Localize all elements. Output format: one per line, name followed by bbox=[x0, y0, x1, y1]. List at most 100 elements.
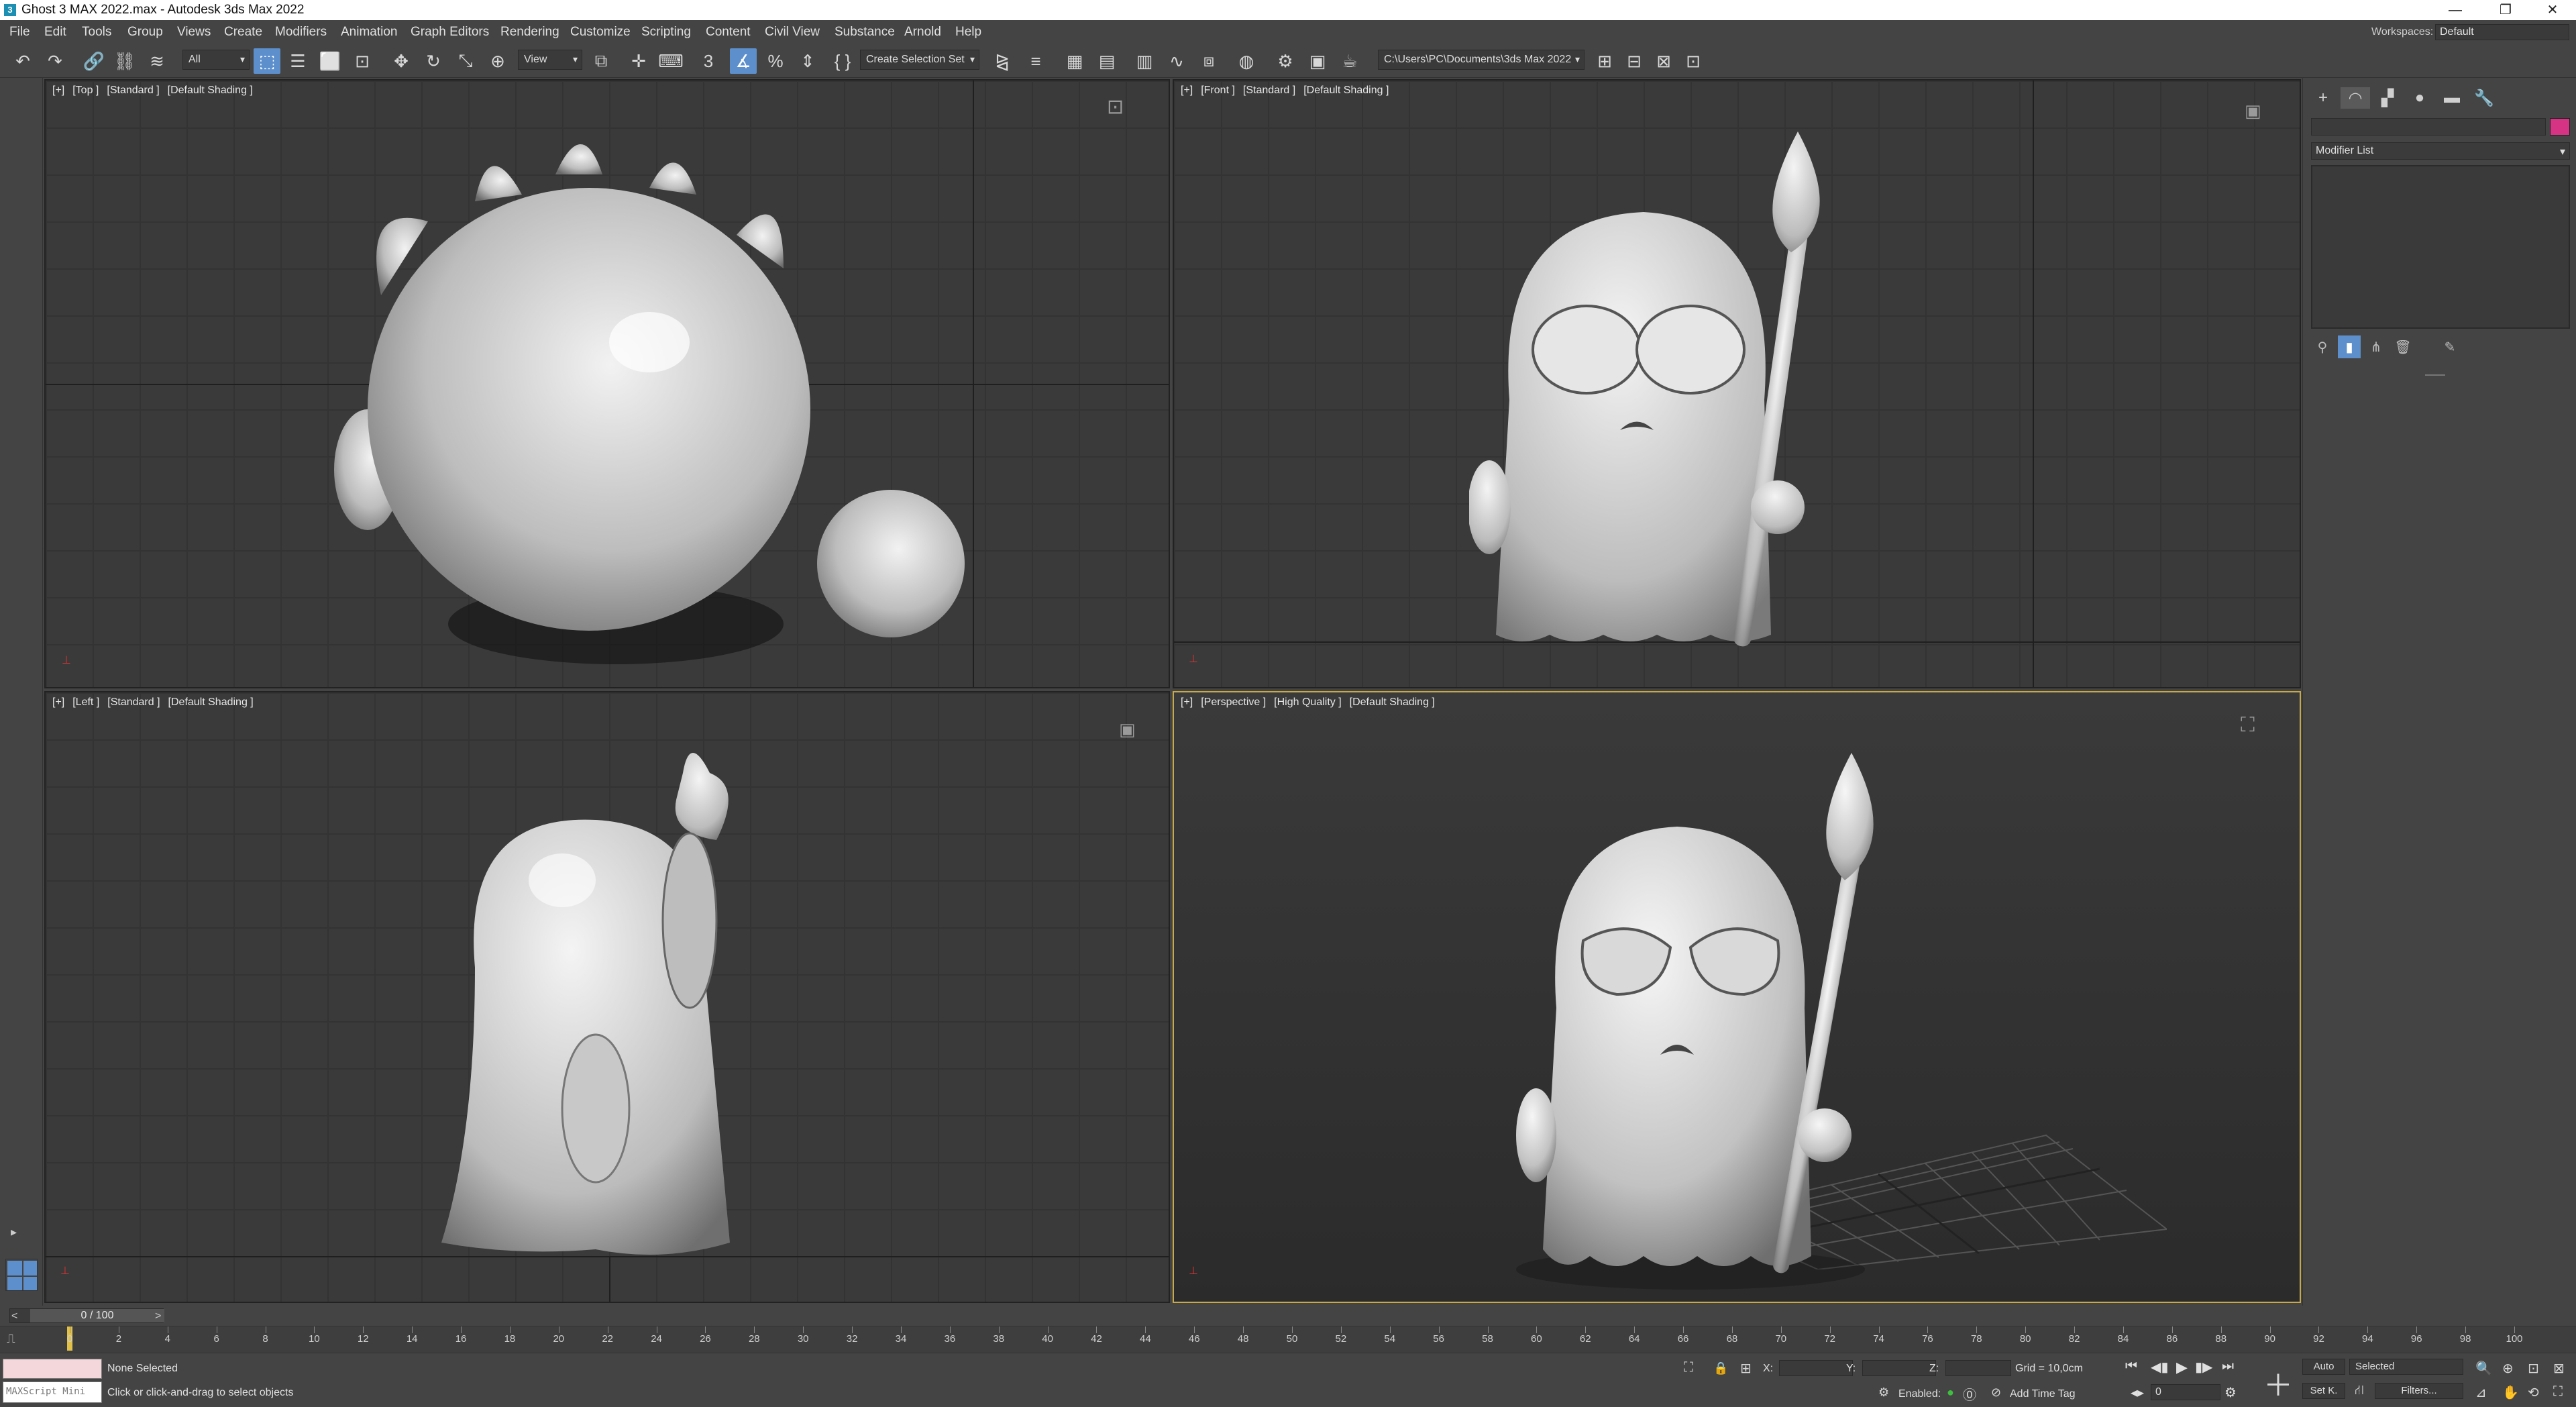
viewport-menu-plus[interactable]: [+] bbox=[52, 85, 64, 96]
viewport-top-label[interactable]: [+] [Top ] [Standard ] [Default Shading ] bbox=[52, 85, 261, 97]
viewport-shading-label[interactable]: [Default Shading ] bbox=[1350, 696, 1435, 708]
select-and-scale-icon[interactable]: ⤡ bbox=[452, 48, 479, 74]
open-mini-curve-editor-icon[interactable]: ⎍ bbox=[7, 1332, 15, 1346]
maxscript-mini-input[interactable]: MAXScript Mini bbox=[3, 1382, 102, 1403]
make-unique-icon[interactable]: ⋔ bbox=[2365, 335, 2387, 358]
ghost-front-model[interactable] bbox=[1469, 118, 1845, 655]
menu-file[interactable]: File bbox=[9, 25, 30, 40]
viewport-pov-label[interactable]: [Front ] bbox=[1201, 85, 1235, 96]
selection-lock-icon[interactable]: 🔒 bbox=[1713, 1361, 1728, 1375]
play-icon[interactable]: ▶ bbox=[2176, 1359, 2188, 1376]
viewcube-icon[interactable]: ▣ bbox=[1119, 719, 1136, 740]
key-filter-dropdown[interactable]: Selected bbox=[2349, 1359, 2463, 1375]
viewport-standard-label[interactable]: [Standard ] bbox=[107, 696, 160, 708]
panel-divider[interactable] bbox=[2425, 374, 2445, 376]
toggle-ribbon-icon[interactable]: ▥ bbox=[1131, 48, 1158, 74]
viewcube-icon[interactable]: ⛶ bbox=[2241, 714, 2255, 737]
open-project-icon[interactable]: ⊟ bbox=[1621, 48, 1648, 74]
viewport-pov-label[interactable]: [Top ] bbox=[72, 85, 99, 96]
viewport-front-label[interactable]: [+] [Front ] [Standard ] [Default Shading ] bbox=[1181, 85, 1397, 97]
motion-tab-icon[interactable]: ● bbox=[2405, 87, 2434, 109]
select-and-place-icon[interactable]: ⊕ bbox=[484, 48, 511, 74]
viewport-left[interactable]: [+] [Left ] [Standard ] [Default Shading ] … bbox=[44, 691, 1170, 1303]
field-of-view-icon[interactable]: ⊿ bbox=[2475, 1384, 2487, 1401]
select-by-name-icon[interactable]: ☰ bbox=[284, 48, 311, 74]
pin-stack-icon[interactable]: ⚲ bbox=[2311, 335, 2334, 358]
orbit-icon[interactable]: ⟲ bbox=[2528, 1384, 2539, 1401]
layer-explorer-icon[interactable]: ▤ bbox=[1093, 48, 1120, 74]
snaps-toggle-icon[interactable]: 3 bbox=[695, 48, 722, 74]
workspaces-dropdown[interactable]: Default bbox=[2435, 24, 2569, 40]
viewport-shading-label[interactable]: [Default Shading ] bbox=[168, 85, 253, 96]
percent-snap-icon[interactable]: % bbox=[762, 48, 789, 74]
project-settings-icon[interactable]: ⊡ bbox=[1680, 48, 1707, 74]
time-configuration-icon[interactable]: ⚙ bbox=[2224, 1384, 2237, 1401]
track-bar[interactable]: ⎍ 0 2 4 6 8 10 12 14 16 18 20 22 24 26 28 30 32 34 36 38 40 4… bbox=[0, 1326, 2576, 1353]
adaptive-degradation-icon[interactable]: ⚙ bbox=[1878, 1386, 1889, 1400]
mirror-icon[interactable]: ⧎ bbox=[989, 48, 1016, 74]
viewport-menu-plus[interactable]: [+] bbox=[52, 696, 64, 708]
menu-group[interactable]: Group bbox=[127, 25, 163, 40]
pan-view-icon[interactable]: ✋ bbox=[2502, 1384, 2519, 1401]
menu-arnold[interactable]: Arnold bbox=[904, 25, 941, 40]
utilities-tab-icon[interactable]: 🔧 bbox=[2469, 87, 2499, 109]
z-coordinate-field[interactable] bbox=[1945, 1360, 2011, 1376]
viewport-menu-plus[interactable]: [+] bbox=[1181, 85, 1193, 96]
set-key-button[interactable]: Set K. bbox=[2302, 1383, 2345, 1399]
menu-civil-view[interactable]: Civil View bbox=[765, 25, 820, 40]
rectangular-selection-icon[interactable]: ⬜ bbox=[317, 48, 343, 74]
set-key-icon[interactable]: ＋ bbox=[2263, 1361, 2293, 1404]
bind-to-space-warp-icon[interactable]: ≋ bbox=[144, 48, 170, 74]
current-frame-field[interactable]: 0 bbox=[2151, 1384, 2220, 1400]
viewport-quality-label[interactable]: [High Quality ] bbox=[1274, 696, 1341, 708]
menu-rendering[interactable]: Rendering bbox=[500, 25, 559, 40]
material-editor-icon[interactable]: ◍ bbox=[1233, 48, 1260, 74]
time-slider-track[interactable]: < 0 / 100 > bbox=[9, 1308, 164, 1323]
absolute-mode-icon[interactable]: ⊞ bbox=[1740, 1360, 1752, 1377]
configure-modifier-sets-icon[interactable]: ✎ bbox=[2438, 335, 2461, 358]
next-key-icon[interactable]: ▮▶ bbox=[2195, 1359, 2212, 1375]
viewport-pov-label[interactable]: [Left ] bbox=[72, 696, 99, 708]
menu-graph-editors[interactable]: Graph Editors bbox=[411, 25, 489, 40]
render-production-icon[interactable]: ☕ bbox=[1336, 48, 1363, 74]
spinner-snap-icon[interactable]: ⇕ bbox=[794, 48, 821, 74]
angle-snap-icon[interactable]: ∡ bbox=[730, 48, 757, 74]
viewcube-icon[interactable]: ⊡ bbox=[1107, 95, 1124, 119]
modifier-list-dropdown[interactable]: Modifier List bbox=[2311, 142, 2570, 160]
expand-strip-icon[interactable]: ▸ bbox=[11, 1225, 17, 1239]
viewcube-icon[interactable]: ▣ bbox=[2245, 101, 2261, 121]
select-manipulate-icon[interactable]: ✛ bbox=[625, 48, 652, 74]
save-project-icon[interactable]: ⊠ bbox=[1650, 48, 1677, 74]
menu-substance[interactable]: Substance bbox=[835, 25, 895, 40]
modifier-stack[interactable] bbox=[2311, 165, 2570, 329]
render-setup-icon[interactable]: ⚙ bbox=[1272, 48, 1299, 74]
time-tag-icon[interactable]: ⓪ bbox=[1963, 1384, 1976, 1404]
use-pivot-center-icon[interactable]: ⧉ bbox=[588, 48, 614, 74]
menu-views[interactable]: Views bbox=[177, 25, 211, 40]
go-to-start-icon[interactable]: ⏮ bbox=[2125, 1359, 2137, 1374]
menu-customize[interactable]: Customize bbox=[570, 25, 631, 40]
zoom-extents-icon[interactable]: ⊡ bbox=[2528, 1360, 2539, 1377]
undo-icon[interactable]: ↶ bbox=[9, 48, 36, 74]
ghost-perspective-model[interactable] bbox=[1509, 739, 1885, 1290]
menu-modifiers[interactable]: Modifiers bbox=[275, 25, 327, 40]
reference-coordinate-dropdown[interactable]: View bbox=[518, 50, 582, 70]
modify-tab-icon[interactable]: ◠ bbox=[2341, 87, 2370, 109]
next-frame-button[interactable]: > bbox=[155, 1310, 161, 1322]
viewport-shading-label[interactable]: [Default Shading ] bbox=[168, 696, 254, 708]
viewport-menu-plus[interactable]: [+] bbox=[1181, 696, 1193, 708]
project-folder-dropdown[interactable]: C:\Users\PC\Documents\3ds Max 2022 bbox=[1378, 50, 1585, 70]
show-end-result-icon[interactable]: ▮ bbox=[2338, 335, 2361, 358]
add-time-tag-button[interactable]: Add Time Tag bbox=[2010, 1388, 2076, 1400]
remove-modifier-icon[interactable]: 🗑 bbox=[2392, 335, 2414, 358]
create-tab-icon[interactable]: + bbox=[2308, 87, 2338, 109]
y-coordinate-field[interactable] bbox=[1862, 1360, 1936, 1376]
maximize-viewport-icon[interactable]: ⛶ bbox=[2553, 1384, 2563, 1400]
close-button[interactable]: ✕ bbox=[2522, 0, 2576, 20]
default-in-out-tangent-icon[interactable]: ⛙ bbox=[2355, 1383, 2364, 1400]
select-and-link-icon[interactable]: 🔗 bbox=[80, 48, 107, 74]
previous-key-icon[interactable]: ◀▮ bbox=[2151, 1359, 2168, 1375]
key-filters-button[interactable]: Filters... bbox=[2375, 1383, 2463, 1399]
go-to-end-icon[interactable]: ⏭ bbox=[2222, 1359, 2234, 1374]
named-selection-set-dropdown[interactable]: Create Selection Set bbox=[860, 50, 979, 70]
